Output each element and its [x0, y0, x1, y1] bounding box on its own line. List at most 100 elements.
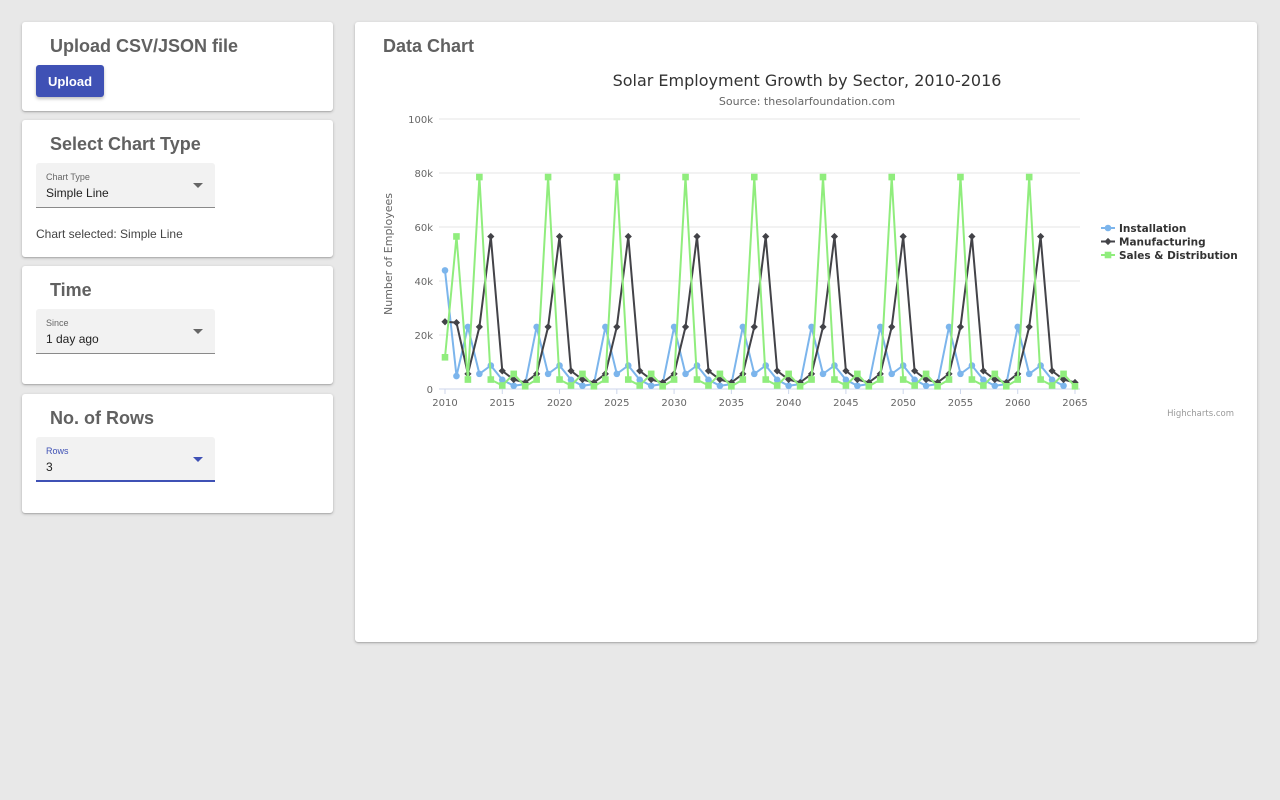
data-point: [968, 232, 976, 241]
data-point: [602, 376, 609, 383]
x-tick-label: 2025: [604, 398, 629, 409]
data-point: [636, 382, 644, 389]
y-tick-label: 100k: [408, 115, 433, 126]
y-tick-label: 40k: [414, 277, 433, 288]
chart-type-select-label: Chart Type: [46, 172, 90, 182]
legend-marker: [1104, 237, 1112, 246]
data-point: [888, 173, 896, 181]
x-tick-label: 2065: [1062, 398, 1087, 409]
data-point: [1060, 382, 1067, 390]
x-tick-label: 2015: [490, 398, 515, 409]
data-point: [785, 370, 792, 378]
x-tick-label: 2055: [948, 398, 973, 409]
x-tick-label: 2040: [776, 398, 801, 409]
data-point: [899, 232, 907, 241]
data-point: [521, 383, 529, 390]
data-point: [945, 376, 953, 383]
upload-card: Upload CSV/JSON file Upload: [22, 22, 333, 111]
data-point: [624, 232, 632, 241]
data-point: [819, 323, 827, 331]
data-point: [510, 370, 518, 378]
data-point: [785, 382, 792, 390]
data-point: [716, 382, 724, 390]
data-point: [773, 382, 781, 389]
data-point: [888, 323, 896, 331]
data-chart-panel-title: Data Chart: [383, 36, 475, 56]
chevron-down-icon[interactable]: [193, 457, 203, 462]
chart-subtitle: Source: thesolarfoundation.com: [719, 95, 895, 108]
data-point: [487, 232, 495, 241]
data-point: [533, 376, 540, 383]
data-point: [487, 376, 495, 383]
x-tick-label: 2020: [547, 398, 572, 409]
upload-button[interactable]: Upload: [36, 65, 104, 97]
x-tick-label: 2050: [890, 398, 915, 409]
data-point: [464, 376, 472, 383]
data-point: [922, 382, 930, 390]
chart-type-card-title: Select Chart Type: [50, 134, 201, 154]
data-point: [1037, 232, 1045, 241]
chevron-down-icon[interactable]: [193, 329, 203, 334]
data-point: [1025, 323, 1033, 331]
data-point: [613, 323, 621, 331]
data-point: [453, 372, 460, 380]
chart-type-select[interactable]: Chart Type Simple Line: [36, 163, 215, 208]
data-point: [590, 383, 598, 390]
data-point: [830, 232, 839, 241]
y-tick-label: 20k: [414, 331, 433, 342]
data-point: [647, 382, 655, 390]
line-chart: Solar Employment Growth by Sector, 2010-…: [382, 71, 1238, 419]
y-tick-label: 0: [427, 385, 433, 396]
data-point: [670, 376, 678, 383]
data-point: [854, 370, 861, 378]
x-tick-label: 2035: [719, 398, 744, 409]
data-point: [762, 232, 770, 241]
data-point: [567, 382, 575, 389]
x-tick-label: 2045: [833, 398, 858, 409]
since-select-label: Since: [46, 318, 69, 328]
series-line: [444, 236, 1076, 384]
data-point: [544, 370, 552, 378]
data-point: [899, 376, 907, 383]
data-point: [476, 370, 483, 378]
data-point: [957, 370, 964, 378]
since-select[interactable]: Since 1 day ago: [36, 309, 215, 354]
data-point: [1037, 376, 1044, 383]
data-point: [579, 382, 586, 390]
data-point: [544, 323, 552, 331]
data-point: [991, 382, 999, 390]
data-point: [682, 173, 689, 181]
data-point: [968, 376, 976, 383]
data-point: [728, 383, 735, 390]
data-point: [957, 173, 964, 181]
y-tick-label: 60k: [414, 223, 433, 234]
legend-marker: [1104, 224, 1112, 232]
legend-item-label: Installation: [1119, 223, 1186, 235]
data-point: [555, 232, 564, 241]
data-point: [934, 383, 941, 390]
chevron-down-icon[interactable]: [193, 183, 203, 188]
legend-item-label: Manufacturing: [1119, 237, 1206, 249]
data-point: [453, 233, 460, 240]
data-point: [750, 370, 758, 378]
data-point: [956, 323, 965, 331]
data-point: [1071, 383, 1079, 390]
legend-item-label: Sales & Distribution: [1119, 250, 1238, 262]
data-point: [647, 370, 655, 378]
x-tick-label: 2060: [1005, 398, 1030, 409]
data-point: [819, 173, 827, 181]
data-point: [579, 370, 586, 378]
data-point: [693, 376, 701, 383]
data-point: [750, 173, 758, 181]
data-point: [441, 267, 449, 274]
data-point: [831, 376, 838, 383]
data-point: [556, 376, 563, 383]
data-point: [613, 173, 621, 181]
data-point: [659, 383, 666, 390]
data-point: [796, 383, 804, 390]
chart-selected-text: Chart selected: Simple Line: [36, 227, 183, 241]
rows-select[interactable]: Rows 3: [36, 437, 215, 482]
data-point: [842, 382, 850, 389]
data-point: [510, 382, 518, 390]
data-point: [705, 382, 712, 389]
